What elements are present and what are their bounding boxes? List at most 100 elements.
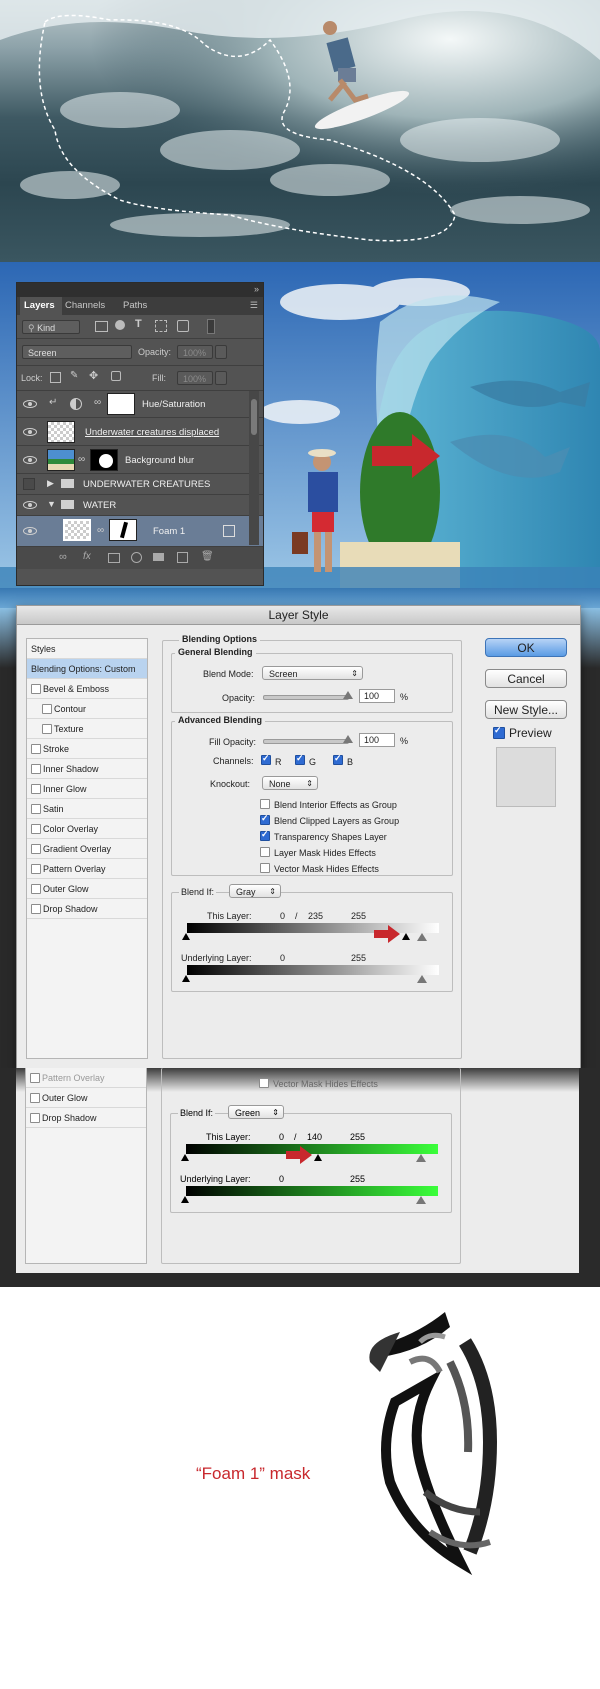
style-item-outer-glow[interactable]: Outer Glow bbox=[26, 1088, 146, 1108]
layer-row-background-blur[interactable]: ∞ Background blur bbox=[17, 446, 263, 474]
vector-mask-hides-checkbox[interactable] bbox=[260, 863, 270, 873]
this-layer-split-handle[interactable] bbox=[314, 1154, 322, 1161]
style-item-contour[interactable]: Contour bbox=[27, 699, 147, 719]
new-adjustment-icon[interactable] bbox=[131, 552, 142, 563]
adjustment-filter-icon[interactable] bbox=[115, 320, 125, 330]
blend-if-select[interactable]: Green ⇕ bbox=[228, 1105, 284, 1119]
eye-icon[interactable] bbox=[23, 400, 37, 408]
style-item-texture[interactable]: Texture bbox=[27, 719, 147, 739]
checkbox[interactable] bbox=[30, 1093, 40, 1103]
link-layers-icon[interactable]: ∞ bbox=[59, 551, 67, 563]
style-item-stroke[interactable]: Stroke bbox=[27, 739, 147, 759]
layer-mask-thumbnail[interactable] bbox=[109, 519, 137, 541]
checkbox[interactable] bbox=[42, 724, 52, 734]
fill-field[interactable]: 100% bbox=[177, 371, 213, 385]
channel-g-checkbox[interactable] bbox=[295, 753, 305, 765]
channel-b-checkbox[interactable] bbox=[333, 753, 343, 765]
tab-layers[interactable]: Layers bbox=[20, 297, 62, 315]
blend-interior-checkbox[interactable] bbox=[260, 799, 270, 809]
tab-paths[interactable]: Paths bbox=[123, 297, 163, 315]
this-layer-split-handle[interactable] bbox=[402, 933, 410, 940]
checkbox[interactable] bbox=[31, 904, 41, 914]
ok-button[interactable]: OK bbox=[485, 638, 567, 657]
style-item-drop-shadow[interactable]: Drop Shadow bbox=[27, 899, 147, 919]
fill-opacity-slider[interactable] bbox=[263, 739, 349, 744]
blend-mode-select[interactable]: Screen bbox=[22, 345, 132, 359]
this-layer-white-handle[interactable] bbox=[417, 933, 427, 941]
this-layer-white-handle[interactable] bbox=[416, 1154, 426, 1162]
shape-filter-icon[interactable] bbox=[155, 320, 167, 332]
checkbox[interactable] bbox=[31, 684, 41, 694]
eye-icon[interactable] bbox=[23, 501, 37, 509]
layer-group-water[interactable]: ▼ WATER bbox=[17, 495, 263, 516]
underlying-white-handle[interactable] bbox=[417, 975, 427, 983]
transparency-shapes-checkbox[interactable] bbox=[260, 829, 270, 841]
layers-scrollbar[interactable] bbox=[249, 391, 259, 545]
new-style-button[interactable]: New Style... bbox=[485, 700, 567, 719]
checkbox[interactable] bbox=[42, 704, 52, 714]
underlying-layer-gradient[interactable] bbox=[187, 965, 439, 975]
move-icon[interactable]: ✥ bbox=[89, 369, 98, 382]
checkbox[interactable] bbox=[30, 1113, 40, 1123]
eye-icon[interactable] bbox=[23, 456, 37, 464]
checkbox[interactable] bbox=[31, 844, 41, 854]
layer-thumbnail[interactable] bbox=[47, 421, 75, 443]
new-layer-icon[interactable] bbox=[177, 552, 188, 563]
vector-mask-hides-checkbox[interactable] bbox=[259, 1078, 269, 1088]
fill-opacity-field[interactable]: 100 bbox=[359, 733, 395, 747]
style-item-inner-glow[interactable]: Inner Glow bbox=[27, 779, 147, 799]
underlying-green-gradient[interactable] bbox=[186, 1186, 438, 1196]
new-group-icon[interactable] bbox=[153, 553, 164, 561]
style-item-pattern-overlay[interactable]: Pattern Overlay bbox=[26, 1068, 146, 1088]
style-item-color-overlay[interactable]: Color Overlay bbox=[27, 819, 147, 839]
style-item-pattern-overlay[interactable]: Pattern Overlay bbox=[27, 859, 147, 879]
checkbox[interactable] bbox=[31, 784, 41, 794]
layer-mask-hides-checkbox[interactable] bbox=[260, 847, 270, 857]
fx-icon[interactable]: fx bbox=[83, 551, 91, 562]
layer-thumbnail[interactable] bbox=[47, 449, 75, 471]
underlying-white-handle[interactable] bbox=[416, 1196, 426, 1204]
style-item-bevel-emboss[interactable]: Bevel & Emboss bbox=[27, 679, 147, 699]
collapse-icon[interactable]: » bbox=[254, 284, 259, 294]
layer-row-underwater-displaced[interactable]: Underwater creatures displaced bbox=[17, 418, 263, 446]
underlying-black-handle[interactable] bbox=[181, 1196, 189, 1203]
panel-menu-icon[interactable]: ☰ bbox=[250, 300, 258, 311]
collapse-triangle-icon[interactable]: ▼ bbox=[47, 499, 56, 509]
layer-row-hue-saturation[interactable]: ↵ ∞ Hue/Saturation bbox=[17, 391, 263, 418]
opacity-slider-handle[interactable] bbox=[343, 691, 353, 699]
fill-dropdown[interactable] bbox=[215, 371, 227, 385]
expand-triangle-icon[interactable]: ▶ bbox=[47, 478, 54, 489]
pixel-filter-icon[interactable] bbox=[95, 321, 108, 332]
preview-checkbox[interactable] bbox=[493, 725, 505, 739]
opacity-slider[interactable] bbox=[263, 695, 349, 700]
lock-pixels-icon[interactable] bbox=[50, 372, 61, 383]
channel-r-checkbox[interactable] bbox=[261, 753, 271, 765]
add-mask-icon[interactable] bbox=[108, 553, 120, 563]
smart-object-filter-icon[interactable] bbox=[177, 320, 189, 332]
opacity-field[interactable]: 100 bbox=[359, 689, 395, 703]
underlying-black-handle[interactable] bbox=[182, 975, 190, 982]
blend-mode-select[interactable]: Screen ⇕ bbox=[262, 666, 363, 680]
this-layer-gradient[interactable] bbox=[187, 923, 439, 933]
filter-kind-select[interactable]: ⚲ Kind bbox=[22, 320, 80, 334]
trash-icon[interactable]: 🗑 bbox=[201, 551, 214, 562]
cancel-button[interactable]: Cancel bbox=[485, 669, 567, 688]
layer-thumbnail[interactable] bbox=[63, 519, 91, 541]
checkbox[interactable] bbox=[31, 764, 41, 774]
eye-icon[interactable] bbox=[23, 428, 37, 436]
opacity-field[interactable]: 100% bbox=[177, 345, 213, 359]
knockout-select[interactable]: None ⇕ bbox=[262, 776, 318, 790]
style-item-outer-glow[interactable]: Outer Glow bbox=[27, 879, 147, 899]
checkbox[interactable] bbox=[31, 804, 41, 814]
style-item-satin[interactable]: Satin bbox=[27, 799, 147, 819]
type-filter-icon[interactable]: T bbox=[135, 318, 142, 330]
fill-opacity-slider-handle[interactable] bbox=[343, 735, 353, 743]
brush-icon[interactable]: ✎ bbox=[70, 370, 78, 381]
checkbox[interactable] bbox=[31, 884, 41, 894]
lock-all-icon[interactable] bbox=[111, 371, 121, 381]
eye-icon[interactable] bbox=[23, 527, 37, 535]
style-item-inner-shadow[interactable]: Inner Shadow bbox=[27, 759, 147, 779]
this-layer-black-handle[interactable] bbox=[182, 933, 190, 940]
style-item-gradient-overlay[interactable]: Gradient Overlay bbox=[27, 839, 147, 859]
scrollbar-thumb[interactable] bbox=[251, 399, 257, 435]
